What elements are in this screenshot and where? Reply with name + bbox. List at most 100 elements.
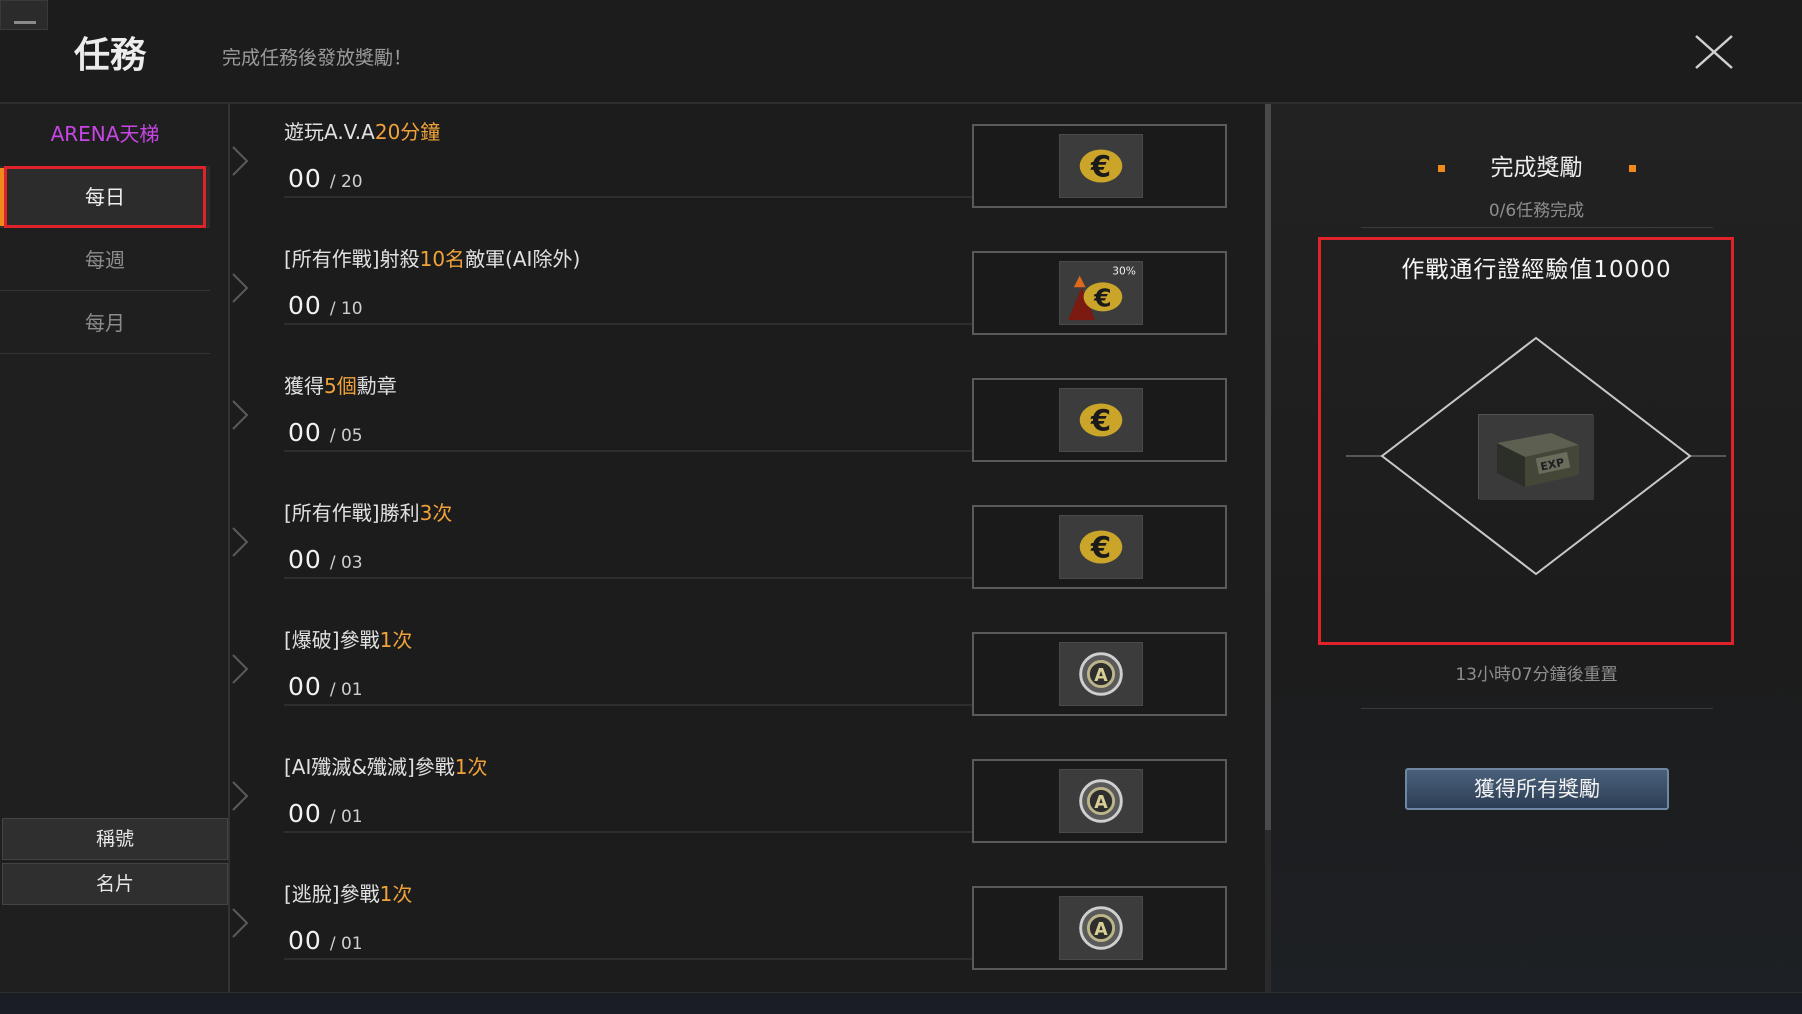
quest-progress-current: 00 bbox=[288, 164, 322, 193]
quest-title: [爆破]參戰1次 bbox=[284, 624, 412, 653]
quest-progress-total: / 01 bbox=[329, 680, 363, 700]
quest-title-text-end: 勳章 bbox=[356, 374, 397, 398]
quest-progress-underline bbox=[284, 196, 1024, 198]
quest-progress-total: / 20 bbox=[329, 172, 363, 192]
quest-progress-underline bbox=[284, 577, 1024, 579]
quest-progress-total: / 05 bbox=[329, 426, 363, 446]
euro-coin-icon: € bbox=[1059, 134, 1143, 198]
quest-title: [所有作戰]射殺10名敵軍(AI除外) bbox=[284, 243, 580, 272]
quest-progress-current: 00 bbox=[288, 291, 322, 320]
close-button[interactable] bbox=[1692, 30, 1736, 74]
svg-text:€: € bbox=[1090, 150, 1111, 184]
quest-reward-slot[interactable]: A bbox=[972, 632, 1227, 716]
quest-row: [爆破]參戰1次 00 / 01 A bbox=[232, 612, 1265, 739]
reward-name: 作戰通行證經驗值10000 bbox=[1401, 257, 1672, 283]
quest-progress-current: 00 bbox=[288, 672, 322, 701]
quest-progress-current: 00 bbox=[288, 799, 322, 828]
quest-arrow-icon bbox=[232, 654, 248, 684]
quest-progress-underline bbox=[284, 831, 1024, 833]
quest-reward-slot[interactable]: A bbox=[972, 759, 1227, 843]
quest-reward-slot[interactable]: €30% bbox=[972, 251, 1227, 335]
quest-arrow-icon bbox=[232, 781, 248, 811]
ava-medal-icon: A bbox=[1059, 896, 1143, 960]
panel-divider-top bbox=[1361, 227, 1713, 228]
minimize-button[interactable] bbox=[0, 0, 48, 30]
quest-title: [逃脫]參戰1次 bbox=[284, 878, 412, 907]
quest-progress-total: / 01 bbox=[329, 934, 363, 954]
reward-boost-badge: 30% bbox=[1112, 265, 1136, 278]
quest-row: 遊玩A.V.A20分鐘 00 / 20 € bbox=[232, 104, 1265, 231]
quest-title-text: [逃脫]參戰 bbox=[284, 882, 380, 906]
quest-progress-current: 00 bbox=[288, 545, 322, 574]
footer-bar bbox=[0, 992, 1802, 1014]
exp-crate-icon: EXP bbox=[1478, 414, 1594, 500]
panel-divider-bottom bbox=[1361, 708, 1713, 709]
claim-all-rewards-button[interactable]: 獲得所有獎勵 bbox=[1405, 768, 1669, 810]
header-bar: 任務 完成任務後發放獎勵！ bbox=[0, 0, 1802, 104]
quest-progress: 00 / 01 bbox=[288, 799, 363, 828]
quest-arrow-icon bbox=[232, 273, 248, 303]
quest-progress-underline bbox=[284, 450, 1024, 452]
quest-list: 遊玩A.V.A20分鐘 00 / 20 € [所有作戰]射殺10名敵軍(AI除外)… bbox=[232, 104, 1265, 992]
quest-title-highlight: 20分鐘 bbox=[374, 120, 441, 144]
quest-reward-slot[interactable]: € bbox=[972, 505, 1227, 589]
quest-progress-total: / 10 bbox=[329, 299, 363, 319]
tab-daily[interactable]: 每日 bbox=[0, 166, 210, 228]
quest-arrow-icon bbox=[232, 146, 248, 176]
quest-progress-underline bbox=[284, 958, 1024, 960]
svg-text:A: A bbox=[1094, 666, 1108, 686]
quest-row: [AI殲滅&殲滅]參戰1次 00 / 01 A bbox=[232, 739, 1265, 866]
quest-progress-underline bbox=[284, 704, 1024, 706]
quest-title-text: [AI殲滅&殲滅]參戰 bbox=[284, 755, 455, 779]
euro-boost-icon: €30% bbox=[1059, 261, 1143, 325]
quest-progress-total: / 03 bbox=[329, 553, 363, 573]
name-card-button[interactable]: 名片 bbox=[2, 863, 228, 905]
title-dot-right-icon bbox=[1628, 165, 1636, 172]
svg-text:€: € bbox=[1090, 404, 1111, 438]
quest-title-highlight: 10名 bbox=[419, 247, 466, 271]
quest-title: 獲得5個勳章 bbox=[284, 370, 397, 399]
quest-progress: 00 / 01 bbox=[288, 672, 363, 701]
reset-timer: 13小時07分鐘後重置 bbox=[1455, 665, 1618, 685]
quest-row: 獲得5個勳章 00 / 05 € bbox=[232, 358, 1265, 485]
quest-title-highlight: 1次 bbox=[454, 755, 488, 779]
svg-text:A: A bbox=[1094, 793, 1108, 813]
quest-title-text: [所有作戰]勝利 bbox=[284, 501, 420, 525]
quest-title-text: 遊玩A.V.A bbox=[284, 120, 375, 144]
quest-progress-total: / 01 bbox=[329, 807, 363, 827]
panel-title: 完成獎勵 bbox=[1271, 148, 1802, 182]
panel-title-text: 完成獎勵 bbox=[1490, 155, 1583, 181]
quest-title: [所有作戰]勝利3次 bbox=[284, 497, 452, 526]
quest-title-text: [所有作戰]射殺 bbox=[284, 247, 420, 271]
quest-progress: 00 / 10 bbox=[288, 291, 363, 320]
tab-monthly[interactable]: 每月 bbox=[0, 292, 210, 354]
quest-arrow-icon bbox=[232, 908, 248, 938]
euro-coin-icon: € bbox=[1059, 388, 1143, 452]
completion-reward-panel: 完成獎勵 0/6任務完成 作戰通行證經驗值10000 EXP 13小時07分鐘後… bbox=[1271, 104, 1802, 992]
close-icon bbox=[1695, 35, 1733, 69]
titles-button[interactable]: 稱號 bbox=[2, 818, 228, 860]
tab-weekly[interactable]: 每週 bbox=[0, 229, 210, 291]
quest-progress: 00 / 05 bbox=[288, 418, 363, 447]
quest-title: [AI殲滅&殲滅]參戰1次 bbox=[284, 751, 488, 780]
quest-title-text: 獲得 bbox=[284, 374, 324, 398]
title-dot-left-icon bbox=[1437, 165, 1445, 172]
quest-reward-slot[interactable]: A bbox=[972, 886, 1227, 970]
ava-medal-icon: A bbox=[1059, 642, 1143, 706]
page-title: 任務 bbox=[74, 35, 147, 76]
quest-title-highlight: 1次 bbox=[379, 882, 413, 906]
quest-title-text-end: 敵軍(AI除外) bbox=[465, 247, 581, 271]
svg-text:A: A bbox=[1094, 920, 1108, 940]
ava-medal-icon: A bbox=[1059, 769, 1143, 833]
quest-progress: 00 / 03 bbox=[288, 545, 363, 574]
quest-arrow-icon bbox=[232, 400, 248, 430]
euro-coin-icon: € bbox=[1059, 515, 1143, 579]
quest-progress-underline bbox=[284, 323, 1024, 325]
page-subtitle: 完成任務後發放獎勵！ bbox=[222, 47, 413, 69]
quest-reward-slot[interactable]: € bbox=[972, 378, 1227, 462]
sidebar-category-arena: ARENA天梯 bbox=[50, 122, 160, 146]
quest-reward-slot[interactable]: € bbox=[972, 124, 1227, 208]
quest-title-highlight: 1次 bbox=[379, 628, 413, 652]
quest-row: [逃脫]參戰1次 00 / 01 A bbox=[232, 866, 1265, 993]
quest-title-text: [爆破]參戰 bbox=[284, 628, 380, 652]
